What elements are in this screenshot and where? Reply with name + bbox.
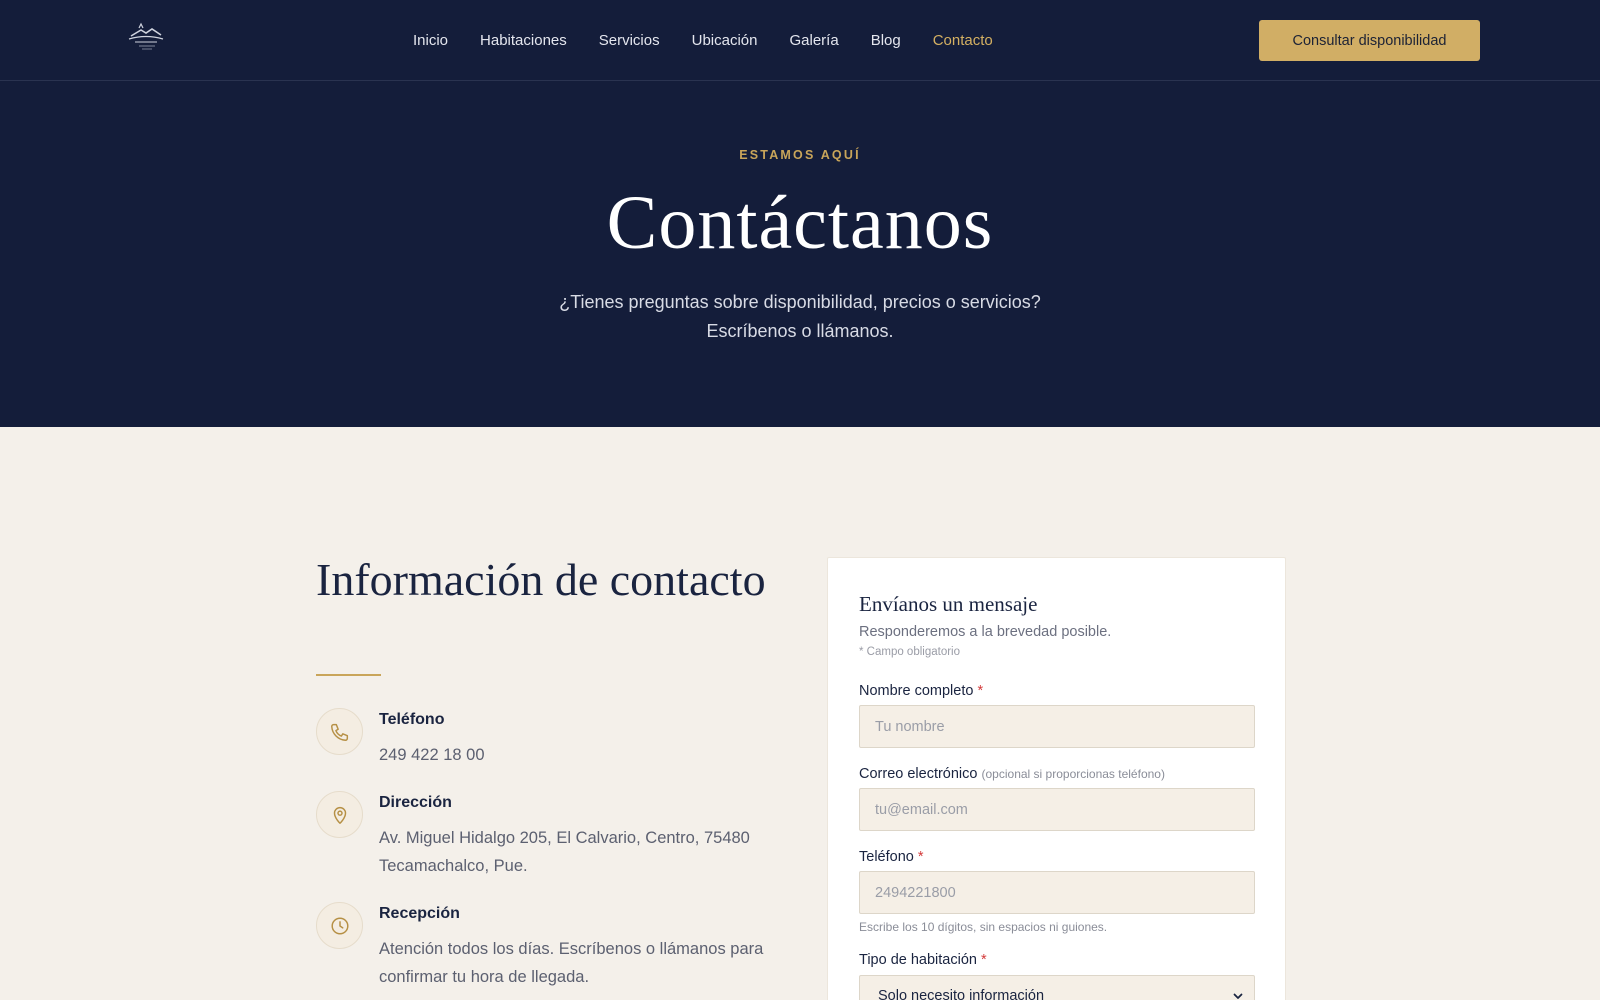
room-type-label-text: Tipo de habitación [859,952,977,968]
name-input[interactable] [859,705,1255,748]
email-input[interactable] [859,788,1255,831]
check-availability-button[interactable]: Consultar disponibilidad [1259,20,1480,61]
phone-field-label: Teléfono * [859,849,924,865]
phone-help-text: Escribe los 10 dígitos, sin espacios ni … [859,920,1108,934]
name-field-label: Nombre completo * [859,683,983,699]
phone-label: Teléfono [379,711,445,728]
nav-link-ubicacion[interactable]: Ubicación [692,30,758,52]
address-label: Dirección [379,794,452,811]
form-subtitle: Responderemos a la brevedad posible. [859,624,1112,640]
hero-subtitle-line-2: Escríbenos o llámanos. [706,321,894,341]
heading-divider [316,674,381,676]
phone-label-text: Teléfono [859,849,914,865]
hero-subtitle: ¿Tienes preguntas sobre disponibilidad, … [0,288,1600,346]
required-star: * [981,952,987,968]
form-title: Envíanos un mensaje [859,592,1038,616]
contact-info-heading: Información de contacto [316,554,766,605]
reception-value: Atención todos los días. Escríbenos o ll… [379,940,764,986]
required-field-note: * Campo obligatorio [859,646,961,658]
phone-icon [316,708,363,755]
map-pin-icon [316,791,363,838]
nav-link-habitaciones[interactable]: Habitaciones [480,30,567,52]
email-optional-note: (opcional si proporcionas teléfono) [981,767,1165,781]
address-value: Av. Miguel Hidalgo 205, El Calvario, Cen… [379,829,750,875]
page-title: Contáctanos [606,181,994,265]
contact-item-reception: Recepción Atención todos los días. Escrí… [316,902,786,992]
nav-link-galeria[interactable]: Galería [789,30,838,52]
hotel-logo[interactable] [125,22,167,54]
room-type-field-label: Tipo de habitación * [859,952,987,968]
phone-value[interactable]: 249 422 18 00 [379,741,789,769]
nav-link-blog[interactable]: Blog [871,30,901,52]
top-navigation: Inicio Habitaciones Servicios Ubicación … [0,0,1600,81]
name-label-text: Nombre completo [859,683,974,699]
nav-link-contacto[interactable]: Contacto [933,30,993,52]
clock-icon [316,902,363,949]
nav-link-inicio[interactable]: Inicio [413,30,448,52]
chevron-down-icon [1232,990,1244,1000]
hero-eyebrow: ESTAMOS AQUÍ [739,148,861,162]
required-star: * [977,683,984,699]
nav-link-servicios[interactable]: Servicios [599,30,660,52]
hero-section: ESTAMOS AQUÍ Contáctanos ¿Tienes pregunt… [0,81,1600,427]
hero-subtitle-line-1: ¿Tienes preguntas sobre disponibilidad, … [559,292,1041,312]
reception-label: Recepción [379,905,460,922]
logo-icon [128,22,164,50]
room-type-select[interactable]: Solo necesito información [859,975,1255,1000]
contact-form-card: Envíanos un mensaje Responderemos a la b… [827,557,1286,1000]
phone-input[interactable] [859,871,1255,914]
email-field-label: Correo electrónico (opcional si proporci… [859,766,1165,782]
contact-item-phone: Teléfono 249 422 18 00 [316,708,786,768]
room-type-selected-value: Solo necesito información [878,988,1045,1000]
main-menu: Inicio Habitaciones Servicios Ubicación … [413,30,1025,52]
required-star: * [917,849,924,865]
email-label-text: Correo electrónico [859,766,978,782]
contact-item-address: Dirección Av. Miguel Hidalgo 205, El Cal… [316,791,786,881]
